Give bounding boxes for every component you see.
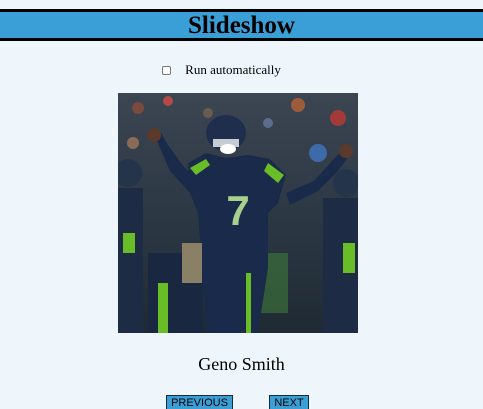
page-title: Slideshow: [188, 11, 295, 39]
football-player-photo: 7: [118, 93, 358, 333]
previous-button[interactable]: PREVIOUS: [166, 395, 233, 409]
run-automatically-label: Run automatically: [185, 62, 281, 77]
slideshow-page: Slideshow Run automatically 7 Geno Smith…: [0, 0, 483, 409]
run-automatically-checkbox[interactable]: [162, 65, 172, 75]
slide-caption: Geno Smith: [198, 354, 285, 374]
next-button[interactable]: NEXT: [269, 395, 309, 409]
auto-run-row: Run automatically: [0, 62, 483, 78]
jersey-number: 7: [226, 187, 249, 234]
slide-image: 7: [118, 93, 358, 333]
header-bar: Slideshow: [0, 9, 483, 41]
